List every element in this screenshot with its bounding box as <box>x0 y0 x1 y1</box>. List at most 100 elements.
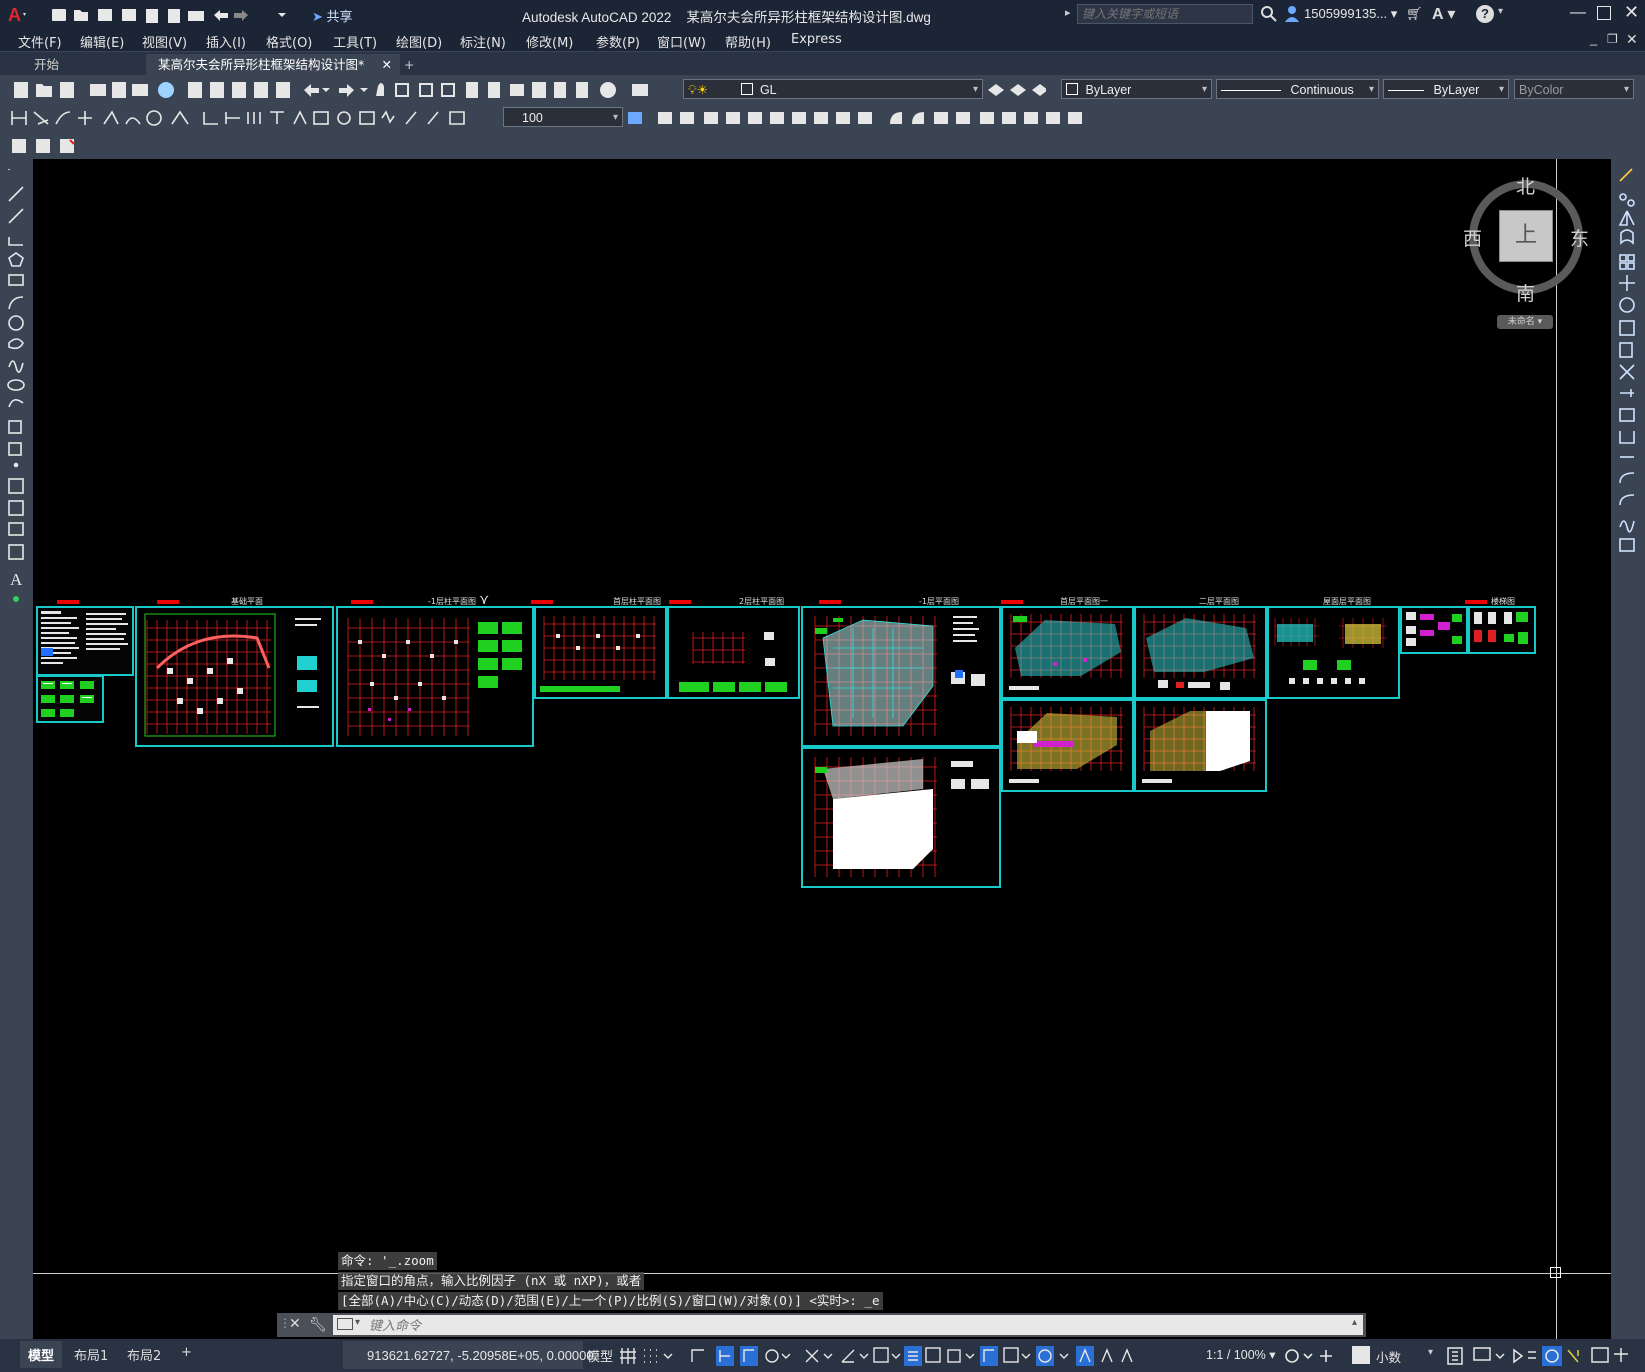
menu-format[interactable]: 格式(O) <box>266 32 312 51</box>
pickbox <box>1550 1267 1561 1278</box>
lineweight-dropdown[interactable]: ByLayer ▾ <box>1383 79 1509 99</box>
sheet-notes[interactable] <box>36 606 134 676</box>
layer-tools-icons[interactable] <box>986 80 1046 100</box>
search-input[interactable] <box>1077 4 1253 24</box>
viewcube-east[interactable]: 东 <box>1570 224 1589 251</box>
chevron-down-icon[interactable]: ▾ <box>355 1317 360 1328</box>
sheet-stairs-2[interactable] <box>1468 606 1536 654</box>
add-layout-button[interactable]: + <box>181 1345 192 1360</box>
annotation-scale[interactable]: 1:1 / 100% ▾ <box>1206 1347 1276 1362</box>
extra-toolbar-icons[interactable] <box>10 136 90 156</box>
model-space-toggle[interactable]: 模型 <box>587 1346 613 1365</box>
coordinates-readout: 913621.62727, -5.20958E+05, 0.00000 <box>367 1348 594 1363</box>
user-icon[interactable] <box>1284 5 1300 26</box>
tab-close-icon[interactable]: ✕ <box>382 54 392 76</box>
status-toggles-icons[interactable] <box>620 1346 1180 1366</box>
sheet-1f-plan[interactable] <box>1001 606 1134 699</box>
layout-tab-2[interactable]: 布局2 <box>127 1345 161 1364</box>
hardware-accel-icon[interactable] <box>1352 1346 1370 1364</box>
command-input[interactable] <box>367 1315 1331 1337</box>
menu-tools[interactable]: 工具(T) <box>333 32 377 51</box>
viewcube-west[interactable]: 西 <box>1463 224 1482 251</box>
viewcube[interactable]: 上 北 南 东 西 <box>1463 176 1589 305</box>
command-prompt-icon[interactable] <box>337 1318 353 1330</box>
sheet-2f-plan-2[interactable] <box>1134 699 1267 792</box>
color-dropdown[interactable]: ByLayer ▾ <box>1061 79 1212 99</box>
viewcube-face[interactable]: 上 <box>1499 210 1553 262</box>
tab-document[interactable]: 某高尔夫会所异形柱框架结构设计图* ✕ <box>146 54 400 76</box>
layout-tab-1[interactable]: 布局1 <box>74 1345 108 1364</box>
expand-arrow-icon[interactable]: ▸ <box>1065 6 1071 19</box>
menu-draw[interactable]: 绘图(D) <box>396 32 442 51</box>
close-icon[interactable]: ✕ <box>1624 2 1639 23</box>
search-icon[interactable] <box>1260 5 1278 26</box>
sheet-1f-plan-2[interactable] <box>1001 699 1134 792</box>
menu-file[interactable]: 文件(F) <box>18 32 62 51</box>
chevron-down-icon: ▾ <box>1498 84 1504 95</box>
command-close-icon[interactable]: ✕ <box>289 1315 301 1332</box>
menu-express[interactable]: Express <box>791 32 842 47</box>
sheet-1f-column-plan[interactable] <box>534 606 667 699</box>
wcs-menu[interactable]: 未命名 ▾ <box>1497 315 1553 329</box>
stairs-2-drawing <box>1474 612 1528 644</box>
menu-bar: 文件(F) 编辑(E) 视图(V) 插入(I) 格式(O) 工具(T) 绘图(D… <box>0 29 1645 51</box>
workspace-icons[interactable] <box>1282 1346 1334 1366</box>
menu-help[interactable]: 帮助(H) <box>725 32 771 51</box>
standard-toolbar-icons[interactable] <box>4 80 664 100</box>
command-customize-icon[interactable]: 🔧︎ <box>309 1316 327 1333</box>
crosshair-vertical <box>1556 159 1557 1339</box>
chevron-up-icon[interactable]: ▴ <box>1352 1317 1357 1328</box>
command-input-box[interactable]: ▾ ▴ <box>333 1315 1363 1337</box>
coordinate-box[interactable]: 913621.62727, -5.20958E+05, 0.00000 <box>343 1341 594 1369</box>
units-dropdown[interactable]: 小数 <box>1376 1347 1401 1366</box>
sheet-details-small[interactable] <box>36 675 104 723</box>
sheet-stairs-1[interactable] <box>1400 606 1468 654</box>
doc-close-icon[interactable]: ✕ <box>1626 31 1638 48</box>
status-tray-icons[interactable] <box>1446 1346 1636 1366</box>
tab-start[interactable]: 开始 <box>22 54 71 76</box>
layout-tab-model[interactable]: 模型 <box>20 1341 63 1368</box>
sheet-roof-plan[interactable] <box>1267 606 1400 699</box>
layer-dropdown[interactable]: 💡︎☀︎ GL ▾ <box>683 79 983 99</box>
cart-icon[interactable]: 🛒︎ <box>1406 6 1423 22</box>
doc-restore-icon[interactable]: ❐ <box>1607 32 1618 46</box>
drawing-canvas[interactable]: ⋎ 基础平面 -1层柱平面图 首层柱平面图 2层柱平面图 -1层平面图 首层平面… <box>33 159 1611 1339</box>
file-tab-bar: 开始 某高尔夫会所异形柱框架结构设计图* ✕ + <box>0 51 1645 76</box>
viewcube-north[interactable]: 北 <box>1516 172 1535 199</box>
menu-view[interactable]: 视图(V) <box>142 32 187 51</box>
menu-parametric[interactable]: 参数(P) <box>596 32 640 51</box>
menu-dimension[interactable]: 标注(N) <box>460 32 506 51</box>
sheet-b1-floor-plan-2[interactable] <box>801 747 1001 888</box>
sheet-2f-column-plan[interactable] <box>667 606 800 699</box>
help-dropdown-icon[interactable]: ▾ <box>1498 6 1503 17</box>
menu-insert[interactable]: 插入(I) <box>206 32 246 51</box>
draw-toolbar-icons[interactable]: A <box>6 167 28 607</box>
sheet-b1-floor-plan[interactable] <box>801 606 1001 747</box>
modify-toolbar-icons[interactable] <box>626 108 1136 128</box>
user-account[interactable]: 1505999135... ▾ <box>1304 6 1397 22</box>
maximize-icon[interactable] <box>1597 6 1611 20</box>
1f-column-plan-drawing <box>540 616 656 692</box>
minimize-icon[interactable]: — <box>1570 4 1586 22</box>
menu-edit[interactable]: 编辑(E) <box>80 32 124 51</box>
share-button[interactable]: ➤ 共享 <box>312 6 353 25</box>
new-tab-button[interactable]: + <box>392 54 426 76</box>
dimension-toolbar-icons[interactable] <box>8 108 498 128</box>
doc-minimize-icon[interactable]: _ <box>1590 31 1597 46</box>
autocad-logo-icon[interactable]: A <box>6 4 28 25</box>
viewcube-south[interactable]: 南 <box>1516 279 1535 306</box>
chevron-down-icon[interactable]: ▾ <box>1428 1347 1433 1358</box>
dimscale-dropdown[interactable]: 100 ▾ <box>503 107 623 127</box>
crosshair-horizontal <box>33 1273 1611 1274</box>
autodesk-app-icon[interactable]: A ▾ <box>1432 4 1455 24</box>
help-icon[interactable]: ? <box>1476 5 1494 23</box>
sheet-red-mark <box>351 600 373 604</box>
menu-window[interactable]: 窗口(W) <box>657 32 706 51</box>
sheet-2f-plan[interactable] <box>1134 606 1267 699</box>
sheet-foundation-plan[interactable] <box>135 606 334 747</box>
linetype-dropdown[interactable]: Continuous ▾ <box>1216 79 1379 99</box>
menu-modify[interactable]: 修改(M) <box>526 32 573 51</box>
sheet-b1-column-plan[interactable] <box>336 606 534 747</box>
modify-toolbar-icons-vertical[interactable] <box>1617 167 1639 567</box>
plotstyle-dropdown[interactable]: ByColor ▾ <box>1514 79 1634 99</box>
